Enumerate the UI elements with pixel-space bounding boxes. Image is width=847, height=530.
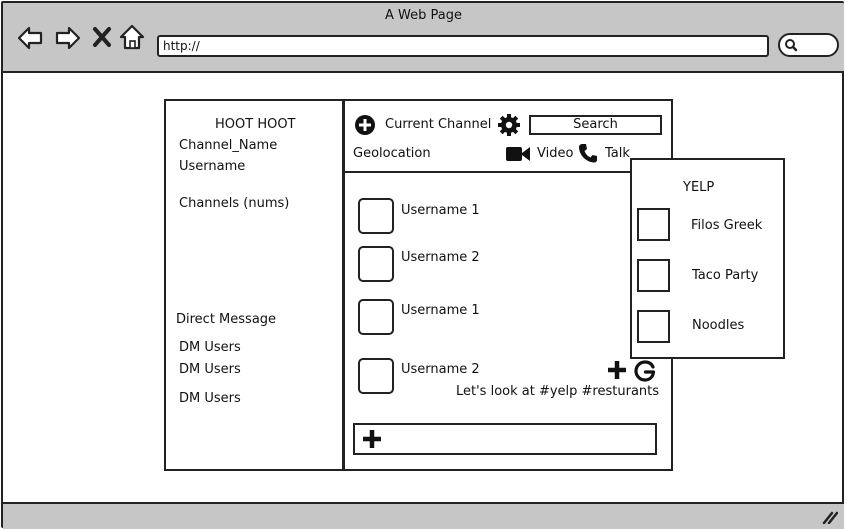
plus-circle-icon[interactable] (354, 114, 376, 136)
restaurant-thumbnail[interactable] (637, 259, 670, 292)
restaurant-thumbnail[interactable] (637, 310, 670, 343)
dm-user-item[interactable]: DM Users (179, 391, 241, 406)
message-text: Let's look at #yelp #resturants (456, 384, 660, 399)
direct-message-label: Direct Message (176, 312, 277, 327)
sidebar (164, 99, 344, 471)
username-label[interactable]: Username (179, 159, 245, 174)
message-username[interactable]: Username 2 (401, 362, 480, 377)
address-bar[interactable]: http:// (157, 35, 769, 57)
message-username[interactable]: Username 1 (401, 303, 480, 318)
message-username[interactable]: Username 1 (401, 203, 480, 218)
browser-titlebar: A Web Page http:// (3, 3, 844, 73)
gear-icon[interactable] (497, 113, 521, 137)
search-button-label: Search (573, 117, 618, 132)
close-icon[interactable] (91, 25, 113, 49)
plus-icon[interactable] (362, 429, 382, 449)
restaurant-thumbnail[interactable] (637, 208, 670, 241)
app-title: HOOT HOOT (215, 117, 296, 132)
restaurant-name[interactable]: Taco Party (692, 268, 758, 283)
user-avatar[interactable] (358, 246, 394, 282)
window-title: A Web Page (385, 8, 462, 23)
browser-search-field[interactable] (778, 33, 839, 57)
resize-grip-icon[interactable] (822, 510, 838, 524)
geolocation-link[interactable]: Geolocation (353, 146, 431, 161)
forward-arrow-icon[interactable] (54, 24, 82, 52)
phone-icon[interactable] (578, 143, 598, 163)
url-text: http:// (163, 39, 200, 53)
home-icon[interactable] (118, 23, 146, 51)
current-channel-title: Current Channel (385, 117, 492, 132)
user-avatar[interactable] (358, 358, 394, 394)
channels-list-label[interactable]: Channels (nums) (179, 196, 289, 211)
user-avatar[interactable] (358, 198, 394, 234)
back-arrow-icon[interactable] (16, 24, 44, 52)
dm-user-item[interactable]: DM Users (179, 362, 241, 377)
dm-user-item[interactable]: DM Users (179, 340, 241, 355)
video-label[interactable]: Video (537, 146, 573, 161)
restaurant-name[interactable]: Noodles (692, 318, 744, 333)
message-input[interactable] (353, 423, 657, 455)
talk-label[interactable]: Talk (605, 146, 630, 161)
message-username[interactable]: Username 2 (401, 250, 480, 265)
google-icon[interactable] (633, 359, 657, 383)
browser-statusbar (3, 502, 844, 529)
search-icon (785, 39, 798, 52)
restaurant-name[interactable]: Filos Greek (691, 218, 762, 233)
plus-icon[interactable] (607, 360, 627, 380)
video-camera-icon[interactable] (505, 145, 531, 163)
yelp-title: YELP (683, 180, 715, 195)
channel-search-button[interactable]: Search (529, 115, 662, 135)
user-avatar[interactable] (358, 299, 394, 335)
channel-name[interactable]: Channel_Name (179, 138, 277, 153)
